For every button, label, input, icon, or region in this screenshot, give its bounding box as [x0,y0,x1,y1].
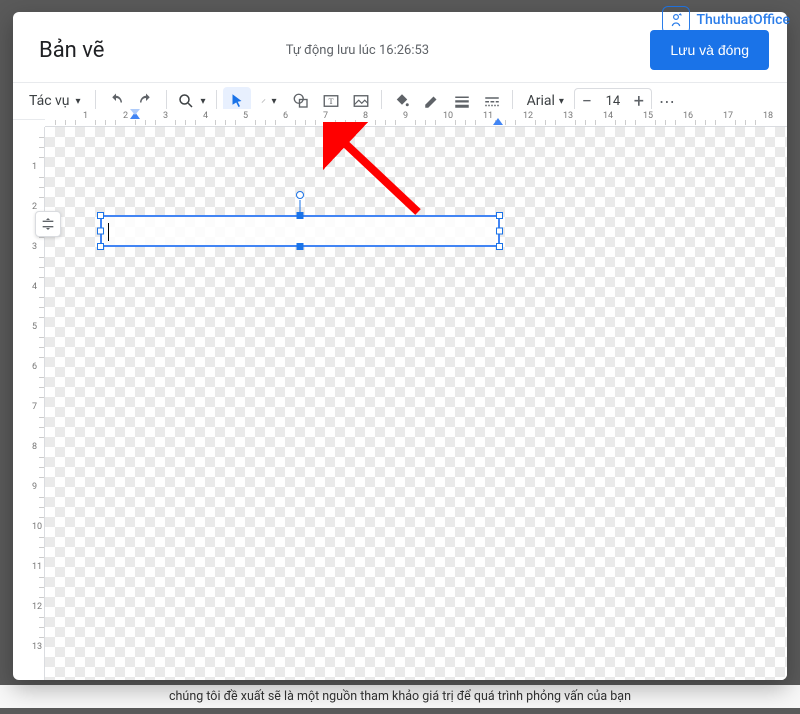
watermark-icon [662,6,690,34]
horizontal-ruler: 123456789101112131415161718 [45,109,787,127]
text-box-shape[interactable] [100,215,500,247]
resize-handle-mr[interactable] [496,228,503,235]
vertical-ruler: 12345678910111213 [28,127,45,680]
watermark-text: ThuthuatOffice [696,12,790,28]
left-indent-marker[interactable] [130,109,140,119]
resize-handle-tr[interactable] [496,212,503,219]
font-name: Arial [527,93,555,109]
right-indent-marker[interactable] [493,115,503,125]
chevron-down-icon: ▾ [559,96,564,107]
chevron-down-icon: ▾ [76,96,81,107]
canvas[interactable] [45,127,787,680]
resize-handle-mb[interactable] [297,243,304,250]
watermark: ThuthuatOffice [662,6,790,34]
resize-handle-ml[interactable] [97,228,104,235]
resize-handle-mt[interactable] [297,212,304,219]
svg-text:T: T [328,97,333,106]
save-and-close-button[interactable]: Lưu và đóng [650,30,769,70]
autosave-text: Tự động lưu lúc 16:26:53 [64,43,650,58]
background-doc-text: chúng tôi đề xuất sẽ là một nguồn tham k… [0,685,800,708]
resize-handle-bl[interactable] [97,243,104,250]
resize-handle-tl[interactable] [97,212,104,219]
text-cursor [108,223,109,241]
line-spacing-floating-button[interactable] [35,211,61,237]
chevron-down-icon: ▾ [272,96,277,107]
chevron-down-icon: ▾ [201,96,206,107]
rotate-handle[interactable] [296,191,304,199]
actions-label: Tác vụ [29,93,70,109]
font-size-value[interactable]: 14 [599,94,627,109]
drawing-dialog: Bản vẽ Tự động lưu lúc 16:26:53 Lưu và đ… [13,12,787,680]
resize-handle-br[interactable] [496,243,503,250]
